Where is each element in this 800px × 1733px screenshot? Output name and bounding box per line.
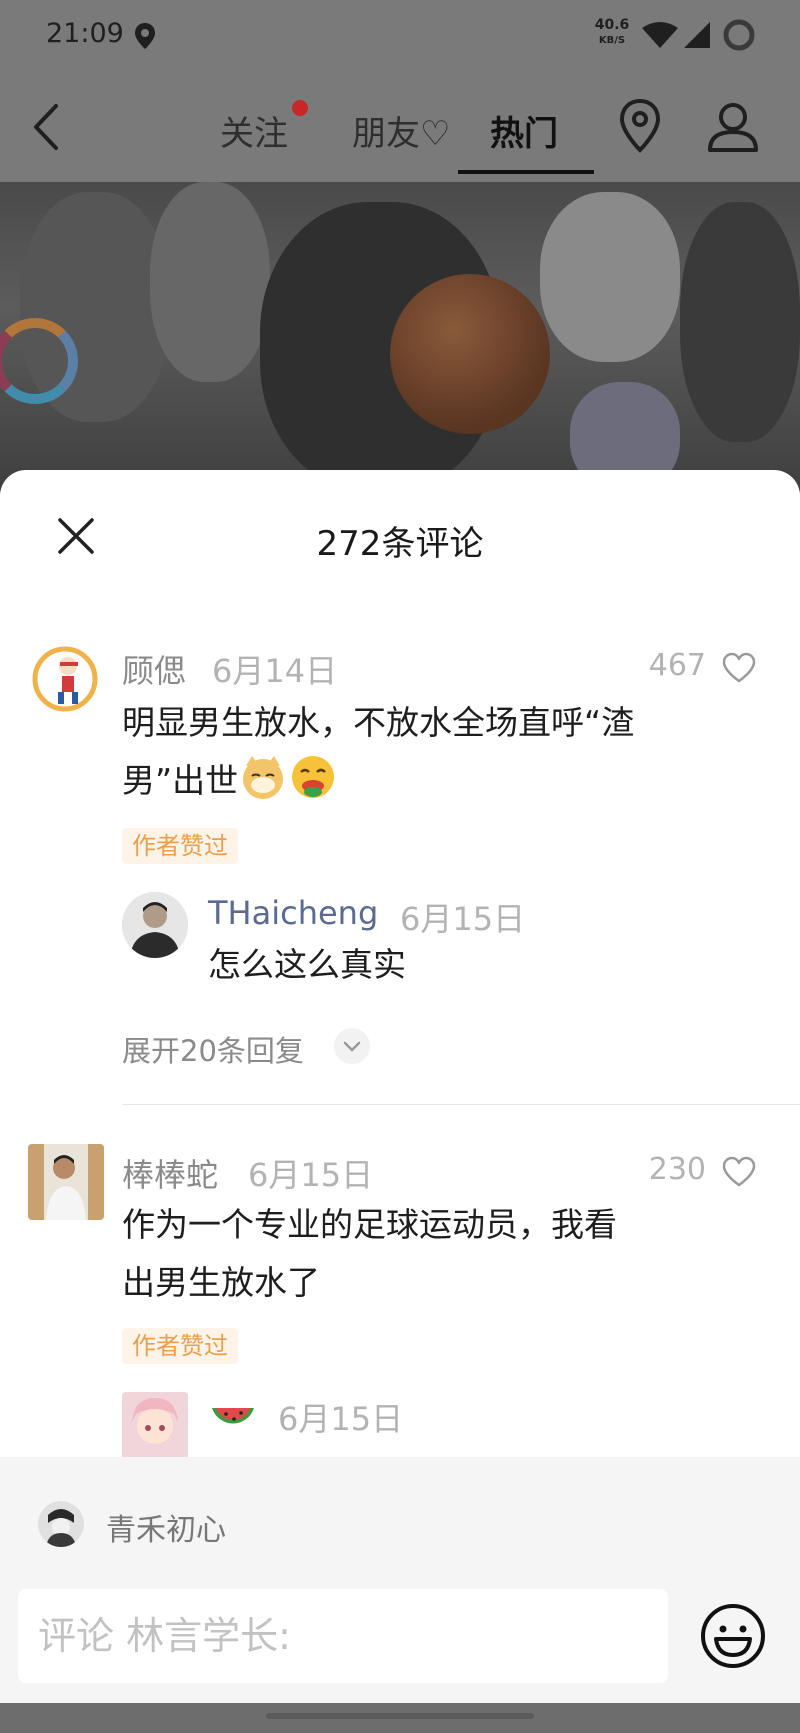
comment-divider: [122, 1104, 800, 1105]
like-count: 467: [648, 648, 706, 683]
comment-author[interactable]: 顾偲: [122, 646, 186, 692]
watermelon-emoji: [212, 1408, 254, 1424]
comment-text-line: 明显男生放水，不放水全场直呼“渣: [122, 703, 635, 742]
crowd-figure: [540, 192, 680, 362]
comment-author[interactable]: 棒棒蛇: [122, 1150, 218, 1196]
like-count: 230: [648, 1152, 706, 1187]
comment-text: 明显男生放水，不放水全场直呼“渣 男”出世: [122, 694, 722, 810]
reply-date: 6月15日: [278, 1400, 404, 1438]
home-indicator[interactable]: [266, 1713, 534, 1719]
tab-hot[interactable]: 热门: [490, 106, 558, 155]
profile-icon[interactable]: [706, 100, 760, 154]
net-speed-unit: KB/S: [598, 35, 626, 46]
smiley-face-icon[interactable]: [700, 1603, 766, 1669]
drooling-face-emoji: [292, 756, 335, 798]
comment-date: 6月15日: [248, 1156, 374, 1194]
mention-username: 青禾初心: [106, 1513, 226, 1548]
reply-avatar[interactable]: [122, 1392, 188, 1460]
location-icon[interactable]: [616, 98, 664, 154]
status-bar: 21:09 40.6 KB/S: [0, 0, 800, 70]
notification-dot: [292, 100, 308, 116]
reply-avatar[interactable]: [122, 892, 188, 958]
comment-date: 6月14日: [212, 652, 338, 690]
tab-follow[interactable]: 关注: [220, 106, 288, 155]
reply-date: 6月15日: [400, 900, 526, 938]
comment-composer: 青禾初心: [0, 1457, 800, 1703]
home-indicator-area: [0, 1703, 800, 1733]
tab-friends[interactable]: 朋友♡: [352, 106, 450, 155]
mention-avatar: [38, 1501, 84, 1547]
battery-ring-icon: [723, 19, 755, 51]
heart-icon[interactable]: [722, 652, 756, 684]
crowd-figure: [150, 182, 270, 382]
active-tab-indicator: [458, 170, 594, 174]
author-liked-badge: 作者赞过: [122, 828, 238, 864]
basketball: [390, 274, 550, 434]
comments-sheet: 272条评论 顾偲 6月14日 467 明显男生放水，不放水全场直呼“渣 男”出…: [0, 470, 800, 1460]
comments-count-title: 272条评论: [316, 524, 484, 564]
reply-text: 怎么这么真实: [208, 945, 406, 984]
top-nav: 关注 朋友♡ 热门: [0, 70, 800, 182]
net-speed-value: 40.6: [594, 17, 630, 33]
location-pin-icon: [135, 23, 155, 49]
video-background[interactable]: [0, 182, 800, 492]
comment-text-line: 作为一个专业的足球运动员，我看: [122, 1205, 617, 1244]
chevron-down-icon[interactable]: [334, 1028, 370, 1064]
avatar[interactable]: [28, 1144, 104, 1220]
crowd-figure: [680, 202, 800, 442]
expand-replies-link[interactable]: 展开20条回复: [122, 1028, 304, 1070]
comment-input[interactable]: [18, 1589, 668, 1683]
comment-text-line: 出男生放水了: [122, 1263, 320, 1302]
cellular-signal-icon: [684, 22, 710, 48]
comment-text-line: 男”出世: [122, 761, 239, 800]
doge-cat-emoji: [243, 756, 284, 799]
comment-text-line-2: 男”出世: [122, 752, 722, 810]
status-time: 21:09: [46, 18, 124, 49]
comment-text: 作为一个专业的足球运动员，我看 出男生放水了: [122, 1196, 722, 1312]
author-liked-badge: 作者赞过: [122, 1328, 238, 1364]
back-arrow-icon[interactable]: [28, 100, 64, 154]
heart-icon[interactable]: [722, 1156, 756, 1188]
wifi-icon: [642, 22, 678, 48]
avatar[interactable]: [30, 644, 100, 714]
reply-author[interactable]: THaicheng: [208, 894, 378, 932]
net-speed: 40.6 KB/S: [592, 18, 632, 48]
